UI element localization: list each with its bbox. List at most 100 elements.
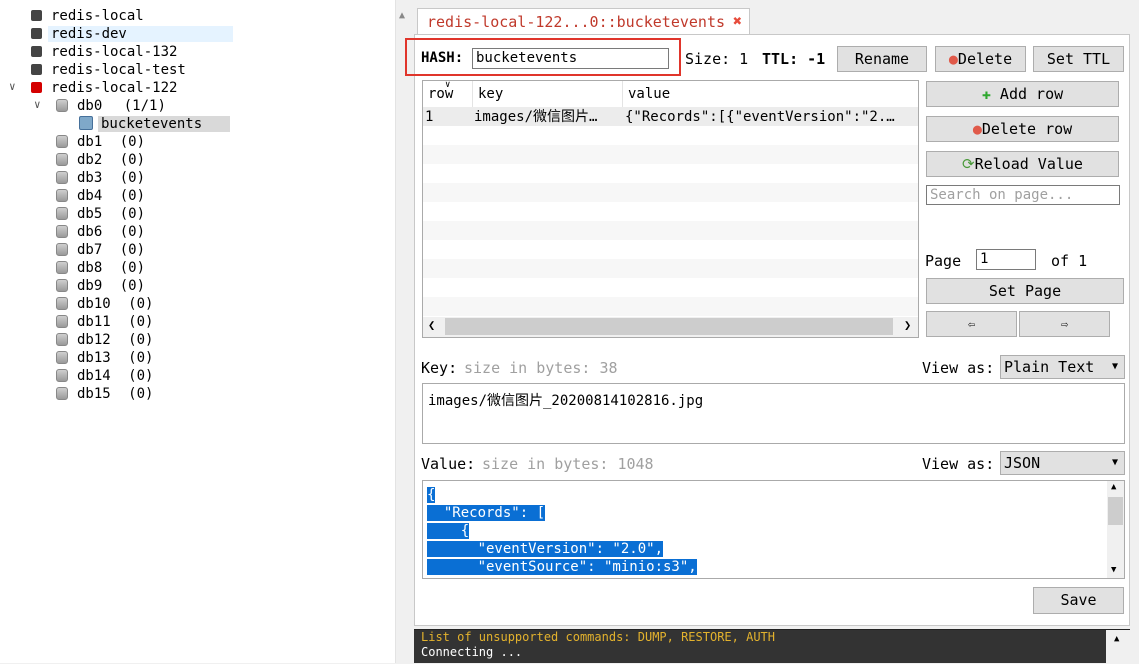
value-size-hint: size in bytes: 1048 — [482, 455, 654, 473]
tree-db-db10[interactable]: db10 (0) — [56, 295, 153, 313]
search-placeholder: Search on page... — [930, 187, 1074, 203]
page-label: Page — [925, 252, 962, 270]
set-page-button[interactable]: Set Page — [926, 278, 1124, 304]
close-tab-icon[interactable]: ✖ — [733, 12, 742, 30]
db-count: (0) — [119, 152, 146, 168]
set-ttl-button[interactable]: Set TTL — [1033, 46, 1124, 72]
cell-value[interactable]: {"Records":[{"eventVersion":"2.… — [625, 108, 918, 126]
tree-db-db6[interactable]: db6 (0) — [56, 223, 145, 241]
expand-chevron-icon[interactable]: ∨ — [34, 98, 41, 111]
empty-row — [423, 145, 918, 164]
cell-key[interactable]: images/微信图片… — [474, 108, 622, 126]
cell-row[interactable]: 1 — [425, 108, 469, 126]
tree-connection-redis-local-test[interactable]: redis-local-test — [31, 61, 189, 79]
reload-value-button[interactable]: ⟳Reload Value — [926, 151, 1119, 177]
chevron-down-icon: ▼ — [1111, 457, 1118, 468]
db-name: db11 — [77, 314, 111, 330]
table-horizontal-scrollbar[interactable]: ❮ ❯ — [423, 317, 918, 337]
key-view-as-label: View as: — [922, 359, 995, 377]
delete-row-button[interactable]: ●Delete row — [926, 116, 1119, 142]
key-format-select[interactable]: Plain Text ▼ — [1000, 355, 1125, 379]
delete-icon: ● — [972, 120, 982, 138]
tab-title: redis-local-122...0::bucketevents — [427, 13, 726, 31]
tree-db-db0[interactable]: db0 (1/1) — [56, 97, 166, 115]
tree-db-db12[interactable]: db12 (0) — [56, 331, 153, 349]
page-input[interactable]: 1 — [976, 249, 1036, 270]
database-icon — [56, 297, 68, 310]
scroll-right-arrow-icon[interactable]: ❯ — [904, 318, 911, 332]
scrollbar-thumb[interactable] — [445, 318, 893, 335]
tree-scrollbar[interactable]: ▲ — [395, 0, 412, 663]
chevron-down-icon: ▼ — [1111, 361, 1118, 372]
db-name: db14 — [77, 368, 111, 384]
next-page-button[interactable]: ⇨ — [1019, 311, 1110, 337]
tree-connection-redis-dev[interactable]: redis-dev — [31, 25, 233, 43]
server-icon — [31, 28, 42, 39]
database-icon — [56, 243, 68, 256]
database-icon — [56, 189, 68, 202]
add-row-button[interactable]: ✚ Add row — [926, 81, 1119, 107]
tree-db-db9[interactable]: db9 (0) — [56, 277, 145, 295]
scrollbar-thumb[interactable] — [1108, 497, 1123, 525]
tree-connection-redis-local[interactable]: redis-local — [31, 7, 147, 25]
tree-db-db7[interactable]: db7 (0) — [56, 241, 145, 259]
value-format-select[interactable]: JSON ▼ — [1000, 451, 1125, 475]
scroll-up-arrow-icon[interactable]: ▲ — [399, 10, 405, 21]
json-line: "Records": [ — [427, 505, 546, 521]
db-count: (0) — [119, 278, 146, 294]
tree-connection-redis-local-132[interactable]: redis-local-132 — [31, 43, 180, 61]
prev-page-button[interactable]: ⇦ — [926, 311, 1017, 337]
tree-db-db1[interactable]: db1 (0) — [56, 133, 145, 151]
console-log: List of unsupported commands: DUMP, REST… — [414, 629, 1130, 664]
db-count: (0) — [119, 206, 146, 222]
column-header-row[interactable]: row ∨ — [423, 81, 473, 107]
column-header-key[interactable]: key — [473, 81, 623, 107]
tree-db-db8[interactable]: db8 (0) — [56, 259, 145, 277]
db-count: (0) — [119, 224, 146, 240]
tab-key-view[interactable]: redis-local-122...0::bucketevents ✖ — [417, 8, 750, 35]
empty-row — [423, 240, 918, 259]
database-icon — [56, 225, 68, 238]
tree-db-db2[interactable]: db2 (0) — [56, 151, 145, 169]
column-header-value[interactable]: value — [623, 81, 918, 107]
console-scrollbar[interactable]: ▲ — [1106, 630, 1130, 664]
scroll-down-arrow-icon[interactable]: ▼ — [1111, 565, 1116, 575]
rename-button[interactable]: Rename — [837, 46, 927, 72]
db-name: db4 — [77, 188, 103, 204]
database-icon — [56, 261, 68, 274]
tree-db-db3[interactable]: db3 (0) — [56, 169, 145, 187]
empty-row — [423, 278, 918, 297]
db-count: (0) — [128, 296, 154, 312]
tree-db-db5[interactable]: db5 (0) — [56, 205, 145, 223]
key-text-area[interactable]: images/微信图片_20200814102816.jpg — [422, 383, 1125, 444]
value-editor[interactable]: { "Records": [ { "eventVersion": "2.0", … — [422, 480, 1125, 579]
scroll-up-arrow-icon[interactable]: ▲ — [1114, 634, 1119, 644]
delete-key-button[interactable]: ●Delete — [935, 46, 1026, 72]
tree-db-db14[interactable]: db14 (0) — [56, 367, 153, 385]
value-format-value: JSON — [1004, 454, 1041, 472]
tree-connection-redis-local-122[interactable]: redis-local-122 — [31, 79, 180, 97]
search-page-input[interactable]: Search on page... — [926, 185, 1120, 205]
tree-db-db13[interactable]: db13 (0) — [56, 349, 153, 367]
tree-db-db15[interactable]: db15 (0) — [56, 385, 153, 403]
tree-key-bucketevents[interactable]: bucketevents — [79, 115, 231, 133]
json-line: { — [427, 487, 436, 503]
column-value-label: value — [628, 86, 671, 102]
db-name: db0 — [77, 98, 103, 114]
add-row-label: Add row — [999, 85, 1064, 103]
save-button[interactable]: Save — [1033, 587, 1124, 614]
tree-db-db11[interactable]: db11 (0) — [56, 313, 153, 331]
db-count: (0) — [119, 242, 146, 258]
empty-row — [423, 202, 918, 221]
db-count: (0) — [128, 350, 154, 366]
scroll-up-arrow-icon[interactable]: ▲ — [1111, 482, 1116, 492]
scroll-left-arrow-icon[interactable]: ❮ — [428, 318, 435, 332]
tree-db-db4[interactable]: db4 (0) — [56, 187, 145, 205]
delete-row-label: Delete row — [981, 120, 1073, 138]
db-count: (0) — [128, 368, 154, 384]
expand-chevron-icon[interactable]: ∨ — [9, 80, 16, 93]
key-format-value: Plain Text — [1004, 358, 1095, 376]
db-count: (0) — [128, 332, 154, 348]
db-count: (0) — [119, 260, 146, 276]
value-vertical-scrollbar[interactable]: ▲ ▼ — [1107, 481, 1124, 578]
